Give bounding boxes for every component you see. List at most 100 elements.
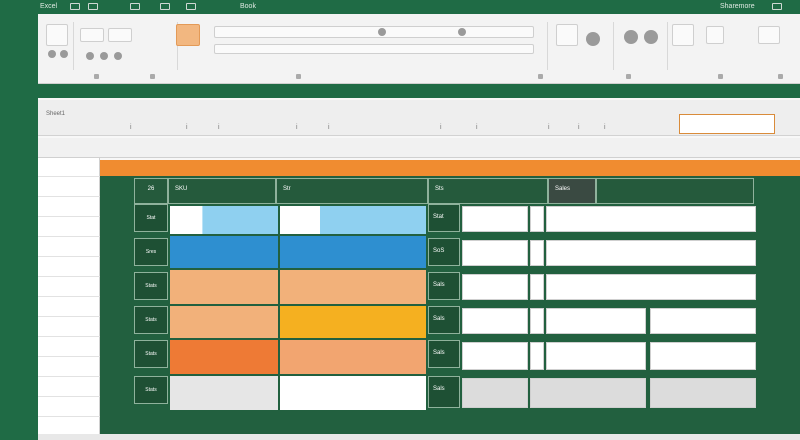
data-cell[interactable]	[280, 306, 426, 338]
data-cell[interactable]	[462, 342, 528, 370]
data-cell[interactable]	[170, 236, 278, 268]
data-cell[interactable]	[530, 274, 544, 300]
refresh-icon[interactable]	[160, 3, 170, 10]
ribbon-group-label-marker	[94, 74, 99, 79]
autosum-button[interactable]	[672, 24, 694, 46]
name-box[interactable]: Sheet1	[46, 111, 65, 117]
table-header-cell: Sts	[428, 178, 548, 204]
row-divider	[38, 316, 100, 317]
row-label: Stats	[134, 306, 168, 334]
column-marker: i	[476, 124, 478, 131]
data-cell[interactable]	[530, 308, 544, 334]
save-icon[interactable]	[70, 3, 80, 10]
column-marker: i	[218, 124, 220, 131]
ribbon-group-font	[78, 22, 200, 70]
sheet-tab-strip	[38, 434, 800, 440]
italic-icon[interactable]	[100, 52, 108, 60]
highlight-band	[100, 160, 800, 176]
row-divider	[38, 376, 100, 377]
undo-icon[interactable]	[88, 3, 98, 10]
column-marker: i	[604, 124, 606, 131]
data-cell[interactable]	[530, 240, 544, 266]
row-divider	[38, 396, 100, 397]
redo-icon[interactable]	[130, 3, 140, 10]
data-cell[interactable]	[462, 274, 528, 300]
window-control-icon[interactable]	[772, 3, 782, 10]
data-cell[interactable]	[280, 270, 426, 304]
data-cell[interactable]	[170, 340, 278, 374]
data-cell[interactable]	[280, 206, 320, 234]
merge-icon[interactable]	[458, 28, 466, 36]
conditional-format-button[interactable]	[556, 24, 578, 46]
data-cell[interactable]	[462, 240, 528, 266]
ribbon-group-cells	[616, 22, 668, 70]
row-divider	[38, 256, 100, 257]
data-cell[interactable]	[170, 270, 278, 304]
row-header-column	[38, 158, 100, 440]
data-cell[interactable]	[530, 342, 544, 370]
data-cell[interactable]	[320, 206, 426, 234]
data-cell[interactable]	[170, 306, 278, 338]
paste-button[interactable]	[46, 24, 68, 46]
find-button[interactable]	[758, 26, 780, 44]
data-cell[interactable]	[650, 342, 756, 370]
row-code: Sals	[428, 306, 460, 334]
data-cell[interactable]	[530, 206, 544, 232]
copy-icon[interactable]	[60, 50, 68, 58]
document-title: Book	[240, 3, 256, 10]
data-cell[interactable]	[280, 376, 426, 410]
row-divider	[38, 296, 100, 297]
fill-button[interactable]	[706, 26, 724, 44]
table-header-corner: 26	[134, 178, 168, 204]
data-cell[interactable]	[546, 342, 646, 370]
font-size-select[interactable]	[108, 28, 132, 42]
data-cell[interactable]	[462, 308, 528, 334]
data-cell[interactable]	[462, 378, 528, 408]
wrap-icon[interactable]	[378, 28, 386, 36]
ribbon-group-label-marker	[296, 74, 301, 79]
data-cell[interactable]	[546, 274, 756, 300]
cut-icon[interactable]	[48, 50, 56, 58]
row-code: Sals	[428, 272, 460, 300]
row-divider	[38, 176, 100, 177]
data-cell[interactable]	[530, 378, 646, 408]
row-code: Stat	[428, 204, 460, 232]
ribbon-group-clipboard	[42, 22, 74, 70]
fill-color-button[interactable]	[176, 24, 200, 46]
underline-icon[interactable]	[114, 52, 122, 60]
data-cell[interactable]	[546, 308, 646, 334]
row-label: Stat	[134, 204, 168, 232]
column-marker: i	[548, 124, 550, 131]
data-cell[interactable]	[546, 240, 756, 266]
app-name: Excel	[40, 3, 58, 10]
column-marker: i	[186, 124, 188, 131]
insert-cells-icon[interactable]	[624, 30, 638, 44]
account-label[interactable]: Sharemore	[720, 3, 755, 10]
table-header-cell	[596, 178, 754, 204]
font-name-select[interactable]	[80, 28, 104, 42]
row-code: SoS	[428, 238, 460, 266]
row-divider	[38, 336, 100, 337]
format-table-icon[interactable]	[586, 32, 600, 46]
ribbon	[38, 14, 800, 84]
row-divider	[38, 416, 100, 417]
table-header-cell: Sales	[548, 178, 596, 204]
data-cell[interactable]	[280, 340, 426, 374]
data-cell[interactable]	[462, 206, 528, 232]
row-label: Stats	[134, 272, 168, 300]
delete-cells-icon[interactable]	[644, 30, 658, 44]
share-icon[interactable]	[186, 3, 196, 10]
formula-input[interactable]	[679, 114, 775, 134]
alignment-toolbar[interactable]	[214, 26, 534, 38]
data-cell[interactable]	[170, 376, 278, 410]
data-cell[interactable]	[280, 236, 426, 268]
bold-icon[interactable]	[86, 52, 94, 60]
data-cell[interactable]	[546, 206, 756, 232]
data-cell[interactable]	[650, 378, 756, 408]
column-marker: i	[296, 124, 298, 131]
row-divider	[38, 216, 100, 217]
column-marker: i	[440, 124, 442, 131]
data-cell[interactable]	[650, 308, 756, 334]
column-header-row	[38, 138, 800, 158]
number-format-bar[interactable]	[214, 44, 534, 54]
